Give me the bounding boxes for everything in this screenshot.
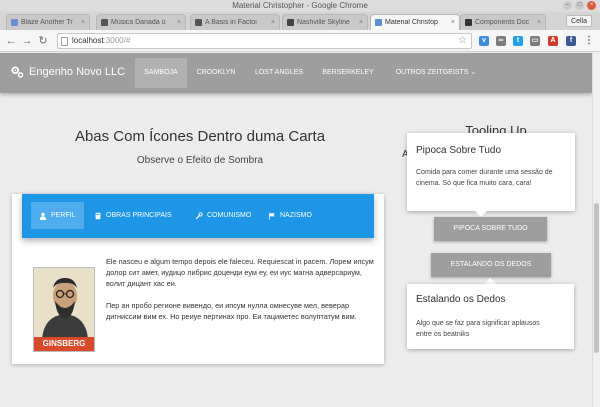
tab-favicon-icon — [195, 19, 202, 26]
book-icon — [95, 212, 101, 219]
tab-favicon-icon — [11, 19, 18, 26]
chevron-down-icon: ⌄ — [470, 69, 477, 76]
brand[interactable]: Engenho Novo LLC — [10, 65, 125, 79]
back-icon[interactable]: ← — [4, 34, 18, 48]
browser-tab[interactable]: A Basis in Factoi × — [190, 14, 280, 30]
tab-label: COMUNISMO — [207, 212, 252, 219]
browser-tab[interactable]: Nashville Skyline × — [282, 14, 368, 30]
page-viewport: Engenho Novo LLC SAMBOJA CROOKLYN LOST A… — [0, 53, 592, 407]
card-tab-bar: PERFIL OBRAS PRINCIPAIS COMUNISMO NAZISM… — [22, 194, 374, 238]
tab-label: Blaze Another Tr — [21, 19, 73, 26]
gears-icon — [11, 66, 24, 78]
address-url: localhost:3000/# — [72, 36, 130, 45]
tab-favicon-icon — [101, 19, 108, 26]
tab-comunismo[interactable]: COMUNISMO — [187, 202, 259, 229]
close-tab-icon[interactable]: × — [451, 19, 455, 26]
page-icon — [61, 37, 68, 46]
tab-label: Material Christop — [385, 19, 438, 26]
browser-tab[interactable]: Components Doc × — [460, 14, 546, 30]
minimize-button[interactable]: – — [563, 1, 572, 10]
estalando-os-dedos-button[interactable]: ESTALANDO OS DEDOS — [431, 253, 551, 277]
person-icon — [39, 212, 47, 220]
tab-perfil[interactable]: PERFIL — [31, 202, 84, 229]
window-titlebar: Material Christopher - Google Chrome – □… — [0, 0, 600, 12]
twitter-icon[interactable]: t — [513, 36, 523, 46]
browser-toolbar: ← → ↻ localhost:3000/# ☆ v ∞ t ▭ A f ⋮ — [0, 30, 600, 52]
nav-item-outros-zeitgeists[interactable]: OUTROS ZEITGEISTS ⌄ — [390, 58, 482, 88]
type-icon[interactable]: A — [548, 36, 558, 46]
tab-favicon-icon — [375, 19, 382, 26]
close-tab-icon[interactable]: × — [537, 19, 541, 26]
app-bar: Engenho Novo LLC SAMBOJA CROOKLYN LOST A… — [0, 53, 592, 93]
scrollbar-thumb[interactable] — [594, 203, 599, 353]
browser-tab[interactable]: Blaze Another Tr × — [6, 14, 90, 30]
tab-nazismo[interactable]: NAZISMO — [260, 202, 320, 229]
tab-favicon-icon — [465, 19, 472, 26]
popover-body: Comida para comer durante uma sessão de … — [416, 169, 553, 187]
bookmark-star-icon[interactable]: ☆ — [458, 35, 467, 46]
nav-item-label: OUTROS ZEITGEISTS — [395, 69, 469, 76]
menu-icon[interactable]: ⋮ — [584, 36, 594, 46]
address-bar[interactable]: localhost:3000/# ☆ — [57, 33, 472, 49]
tab-label: A Basis in Factoi — [205, 19, 257, 26]
profile-paragraph: Ele nasceu e algum tempo depois ele fale… — [106, 257, 374, 288]
address-path: :3000/# — [103, 36, 131, 45]
close-tab-icon[interactable]: × — [81, 19, 85, 26]
address-host: localhost — [72, 36, 104, 45]
section-title: Abas Com Ícones Dentro duma Carta — [74, 128, 326, 145]
popover-body: Algo que se faz para significar aplausos… — [416, 320, 540, 338]
photo-caption: GINSBERG — [34, 337, 94, 351]
window-title: Material Christopher - Google Chrome — [232, 1, 368, 10]
nav-item-berserkeley[interactable]: BERSERKELEY — [316, 58, 380, 88]
tab-label: Música Danada ú — [111, 19, 166, 26]
tab-label: PERFIL — [51, 212, 76, 219]
tab-label: Nashville Skyline — [297, 19, 350, 26]
close-tab-icon[interactable]: × — [359, 19, 363, 26]
nav-item-crooklyn[interactable]: CROOKLYN — [192, 58, 240, 88]
tab-favicon-icon — [287, 19, 294, 26]
tab-label: OBRAS PRINCIPAIS — [106, 212, 172, 219]
wrench-icon — [195, 211, 203, 219]
window-controls: – □ × — [563, 1, 596, 10]
pocket-icon[interactable]: ∞ — [496, 36, 506, 46]
close-tab-icon[interactable]: × — [177, 19, 181, 26]
tab-label: NAZISMO — [280, 212, 312, 219]
flag-icon — [269, 212, 275, 220]
popover-title: Estalando os Dedos — [416, 294, 506, 305]
profile-paragraph: Пер ан пробо регионе вивендо, еи ипсум н… — [106, 301, 357, 321]
portrait-illustration — [34, 268, 94, 339]
profile-button[interactable]: Cella — [566, 15, 592, 27]
maximize-button[interactable]: □ — [575, 1, 584, 10]
reload-icon[interactable]: ↻ — [36, 34, 50, 48]
page-scrollbar[interactable] — [592, 53, 600, 407]
brand-name: Engenho Novo LLC — [29, 66, 126, 78]
nav-item-samboja[interactable]: SAMBOJA — [135, 58, 187, 88]
v-icon[interactable]: v — [479, 36, 489, 46]
popover-estalando: Estalando os Dedos Algo que se faz para … — [407, 284, 574, 349]
popover-title: Pipoca Sobre Tudo — [416, 145, 502, 156]
facebook-icon[interactable]: f — [566, 36, 576, 46]
popover-pipoca: Pipoca Sobre Tudo Comida para comer dura… — [407, 133, 575, 211]
browser-tab[interactable]: Música Danada ú × — [96, 14, 186, 30]
forward-icon[interactable]: → — [20, 34, 34, 48]
ginsberg-portrait: GINSBERG — [33, 267, 95, 352]
close-window-button[interactable]: × — [587, 1, 596, 10]
nav-item-lost-angles[interactable]: LOST ANGLES — [248, 58, 310, 88]
tab-label: Components Doc — [475, 19, 530, 26]
close-tab-icon[interactable]: × — [271, 19, 275, 26]
cast-icon[interactable]: ▭ — [530, 36, 540, 46]
browser-tab-active[interactable]: Material Christop × — [370, 14, 460, 30]
tab-obras-principais[interactable]: OBRAS PRINCIPAIS — [86, 202, 180, 229]
tab-strip: Blaze Another Tr × Música Danada ú × A B… — [0, 12, 600, 30]
section-subtitle: Observe o Efeito de Sombra — [136, 155, 264, 166]
pipoca-sobre-tudo-button[interactable]: PIPOCA SOBRE TUDO — [434, 217, 547, 241]
